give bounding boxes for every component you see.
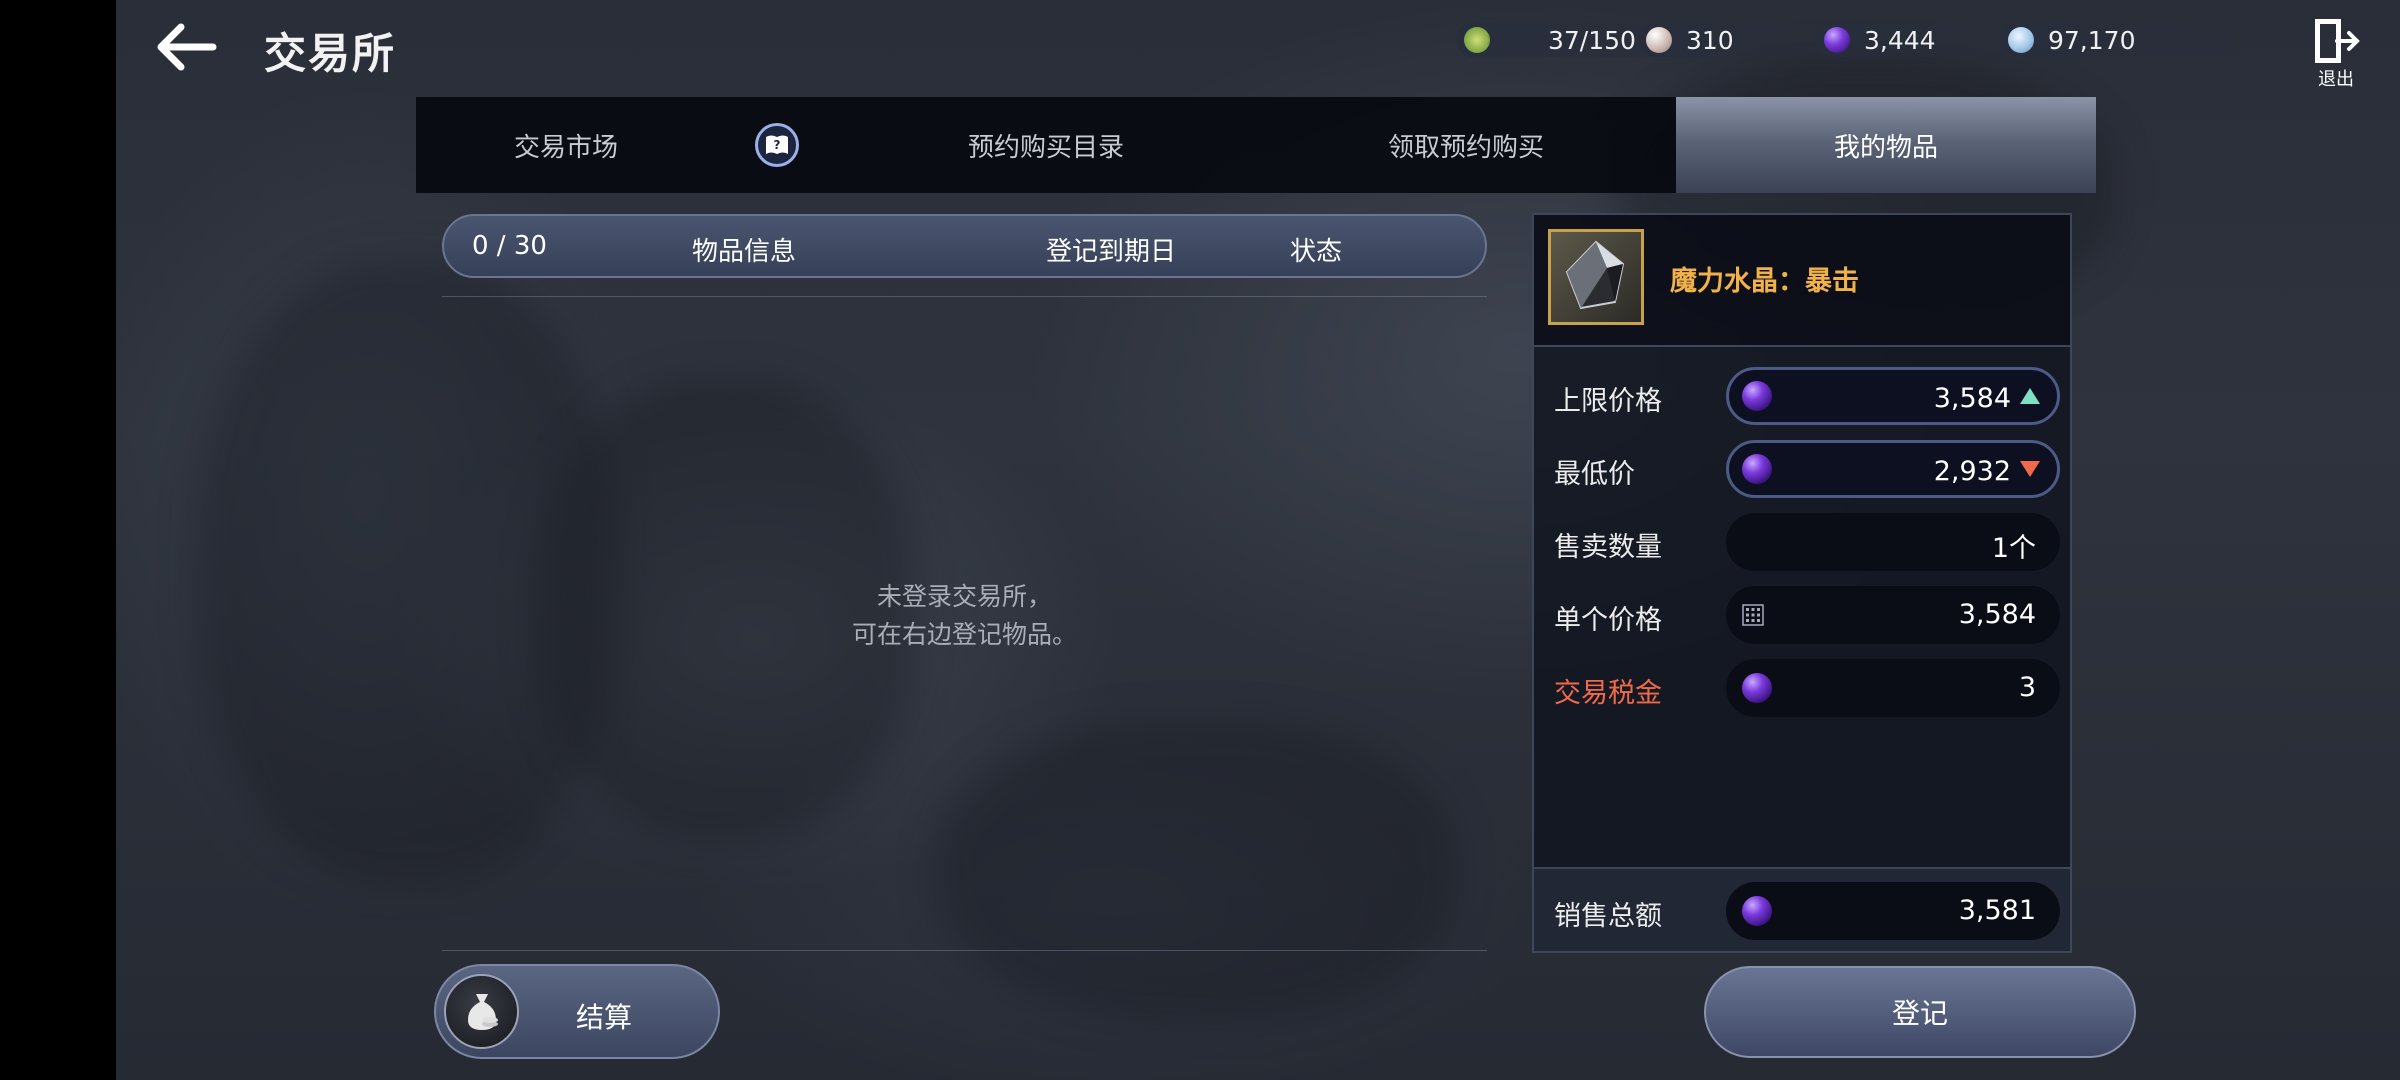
game-view: 交易所 37/150 310 3,444 97,170 退出 交易市场 ? 预约… bbox=[116, 0, 2400, 1080]
total-value: 3,581 bbox=[1958, 895, 2036, 926]
min-price-box[interactable]: 2,932 bbox=[1726, 440, 2060, 498]
bg-rock bbox=[936, 720, 1456, 1020]
empty-line-2: 可在右边登记物品。 bbox=[851, 620, 1077, 649]
total-area: 销售总额 3,581 bbox=[1534, 867, 2070, 953]
min-price-label: 最低价 bbox=[1554, 459, 1635, 490]
register-label: 登记 bbox=[1891, 997, 1948, 1030]
purple-gem-icon bbox=[1742, 896, 1772, 926]
tab-label: 预约购买目录 bbox=[967, 132, 1124, 163]
purple-gem-icon bbox=[1742, 381, 1772, 411]
field-max-price: 上限价格 3,584 bbox=[1534, 367, 2074, 427]
quantity-input[interactable]: 1个 bbox=[1726, 513, 2060, 571]
settle-label: 结算 bbox=[576, 1001, 633, 1034]
field-min-price: 最低价 2,932 bbox=[1534, 440, 2074, 500]
currency-value: 3,444 bbox=[1864, 25, 1936, 55]
max-price-value: 3,584 bbox=[1933, 383, 2011, 414]
max-price-label: 上限价格 bbox=[1554, 386, 1662, 417]
total-label: 销售总额 bbox=[1554, 901, 1662, 932]
tab-my-items[interactable]: 我的物品 bbox=[1676, 97, 2096, 193]
back-arrow-icon bbox=[157, 23, 217, 71]
tax-box: 3 bbox=[1726, 659, 2060, 717]
col-item-info: 物品信息 bbox=[692, 237, 797, 267]
quantity-label: 售卖数量 bbox=[1554, 532, 1662, 563]
item-name: 魔力水晶：暴击 bbox=[1670, 266, 1859, 297]
tab-bar: 交易市场 ? 预约购买目录 领取预约购买 我的物品 bbox=[416, 97, 2096, 193]
purple-gem-icon bbox=[1742, 673, 1772, 703]
item-list-header: 0 / 30 物品信息 登记到期日 状态 bbox=[442, 214, 1487, 278]
tab-label: 交易市场 bbox=[513, 132, 618, 163]
svg-text:?: ? bbox=[774, 138, 781, 152]
currency-value: 37/150 bbox=[1548, 25, 1636, 55]
tax-value: 3 bbox=[2018, 672, 2036, 703]
item-register-panel: 魔力水晶：暴击 上限价格 3,584 最低价 2,932 售卖数量 1个 单个价… bbox=[1532, 213, 2072, 953]
purple-gem-icon bbox=[1824, 27, 1850, 53]
col-expiry: 登记到期日 bbox=[1046, 237, 1177, 267]
tab-claim-reservation[interactable]: 领取预约购买 bbox=[1256, 97, 1676, 193]
settle-button[interactable]: 结算 bbox=[434, 964, 720, 1059]
exit-button[interactable]: 退出 bbox=[2306, 15, 2366, 95]
min-price-value: 2,932 bbox=[1933, 456, 2011, 487]
unit-price-label: 单个价格 bbox=[1554, 605, 1662, 636]
exit-label: 退出 bbox=[2318, 69, 2354, 90]
item-count: 0 / 30 bbox=[472, 231, 547, 261]
stamina-icon bbox=[1464, 27, 1490, 53]
field-unit-price: 单个价格 3,584 bbox=[1534, 586, 2074, 646]
currency-gem: 3,444 bbox=[1816, 23, 1996, 57]
back-button[interactable] bbox=[146, 15, 226, 79]
arrow-down-icon bbox=[2020, 461, 2040, 477]
unit-price-input[interactable]: 3,584 bbox=[1726, 586, 2060, 644]
currency-silver: 97,170 bbox=[2000, 23, 2240, 57]
tax-label: 交易税金 bbox=[1554, 678, 1662, 709]
purple-gem-icon bbox=[1742, 454, 1772, 484]
max-price-box[interactable]: 3,584 bbox=[1726, 367, 2060, 425]
empty-line-1: 未登录交易所， bbox=[876, 582, 1052, 611]
pearl-icon bbox=[1646, 27, 1672, 53]
money-bag-icon bbox=[444, 974, 519, 1049]
exit-door-icon bbox=[2315, 19, 2360, 63]
currency-value: 97,170 bbox=[2048, 25, 2136, 55]
quantity-value: 1个 bbox=[1991, 533, 2036, 564]
tab-market[interactable]: 交易市场 ? bbox=[416, 97, 836, 193]
empty-message: 未登录交易所， 可在右边登记物品。 bbox=[442, 578, 1487, 654]
keypad-icon[interactable] bbox=[1742, 604, 1764, 626]
page-title: 交易所 bbox=[264, 29, 397, 78]
unit-price-value: 3,584 bbox=[1958, 599, 2036, 630]
currency-pearl: 310 bbox=[1638, 23, 1818, 57]
field-quantity: 售卖数量 1个 bbox=[1534, 513, 2074, 573]
field-total: 销售总额 3,581 bbox=[1534, 882, 2074, 942]
help-icon[interactable]: ? bbox=[755, 123, 799, 167]
tab-reservation-list[interactable]: 预约购买目录 bbox=[836, 97, 1256, 193]
list-divider-bottom bbox=[442, 950, 1487, 951]
col-status: 状态 bbox=[1290, 237, 1343, 267]
field-tax: 交易税金 3 bbox=[1534, 659, 2074, 719]
selected-item: 魔力水晶：暴击 bbox=[1534, 215, 2070, 347]
total-box: 3,581 bbox=[1726, 882, 2060, 940]
arrow-up-icon bbox=[2020, 388, 2040, 404]
currency-value: 310 bbox=[1686, 25, 1734, 55]
list-divider-top bbox=[442, 296, 1487, 297]
silver-coin-icon bbox=[2008, 27, 2034, 53]
screen: 交易所 37/150 310 3,444 97,170 退出 交易市场 ? 预约… bbox=[0, 0, 2400, 1080]
crystal-item-icon[interactable] bbox=[1548, 229, 1644, 325]
register-button[interactable]: 登记 bbox=[1704, 966, 2136, 1058]
tab-label: 领取预约购买 bbox=[1387, 132, 1544, 163]
book-question-icon: ? bbox=[766, 135, 788, 154]
tab-label: 我的物品 bbox=[1833, 132, 1938, 163]
